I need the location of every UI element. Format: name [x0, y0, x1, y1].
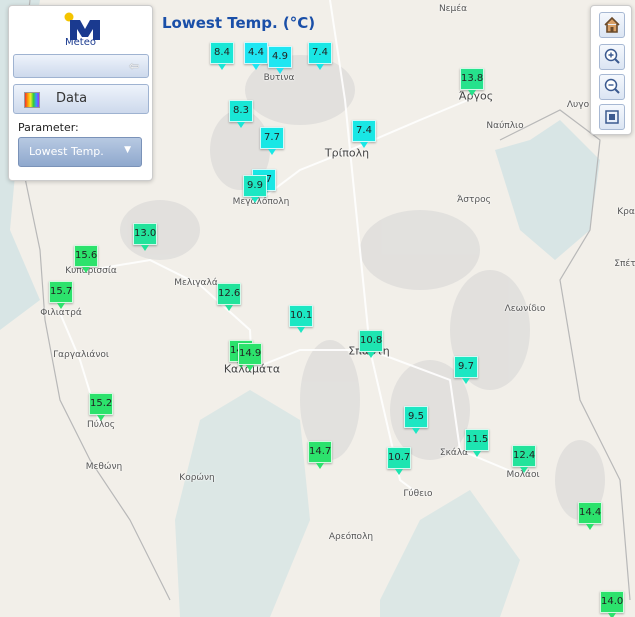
station-marker[interactable]: 14.0 [600, 591, 624, 617]
marker-pointer [395, 469, 403, 475]
marker-pointer [462, 378, 470, 384]
place-label: Γαργαλιάνοι [53, 350, 109, 360]
marker-pointer [367, 352, 375, 358]
station-marker[interactable]: 15.7 [49, 281, 73, 309]
place-label: Αρεόπολη [328, 532, 374, 542]
station-marker[interactable]: 12.6 [217, 283, 241, 311]
arrow-left-icon[interactable]: ⇦ [126, 58, 142, 74]
sea-laconian [380, 490, 520, 617]
marker-pointer [586, 524, 594, 530]
map-toolbar [590, 5, 632, 135]
marker-pointer [57, 303, 65, 309]
place-label: Μελιγαλά [174, 278, 218, 288]
station-marker[interactable]: 4.4 [244, 42, 268, 70]
marker-pointer [237, 122, 245, 128]
zoom-out-icon [604, 78, 620, 94]
data-button-label: Data [56, 91, 88, 106]
marker-pointer [316, 64, 324, 70]
station-marker[interactable]: 14.7 [308, 441, 332, 469]
zoom-extent-button[interactable] [599, 104, 625, 130]
place-label: Ναύπλιο [486, 121, 524, 131]
control-panel: Meteo ⇦ Data Parameter: Lowest Temp. ▼ [8, 5, 153, 181]
marker-pointer [97, 415, 105, 421]
zoom-in-button[interactable] [599, 44, 625, 70]
place-label: Κυπαρισσία [65, 266, 117, 276]
data-button[interactable]: Data [13, 84, 149, 114]
logo-text: Meteo [65, 37, 96, 48]
station-marker[interactable]: 4.9 [268, 46, 292, 74]
place-label: Άργος [458, 89, 494, 103]
marker-pointer [218, 64, 226, 70]
place-label: Λυγο [566, 100, 590, 110]
place-label: Φιλιατρά [40, 308, 82, 318]
station-marker[interactable]: 14.4 [578, 502, 602, 530]
place-label: Κρα [617, 207, 635, 217]
place-label: Σκάλα [439, 448, 469, 458]
station-marker[interactable]: 10.8 [359, 330, 383, 358]
place-label: Λεωνίδιο [504, 304, 546, 314]
station-marker[interactable]: 8.4 [210, 42, 234, 70]
marker-pointer [225, 305, 233, 311]
zoom-in-icon [604, 48, 620, 64]
place-label: Τρίπολη [324, 146, 370, 160]
place-label: Μεθώνη [85, 462, 123, 472]
station-marker[interactable]: 15.2 [89, 393, 113, 421]
station-marker[interactable]: 9.5 [404, 406, 428, 434]
station-marker[interactable]: 9.9 [243, 175, 267, 203]
zoom-out-button[interactable] [599, 74, 625, 100]
marker-pointer [246, 365, 254, 371]
place-label: Πύλος [86, 420, 116, 430]
home-icon [604, 16, 620, 33]
parameter-label: Parameter: [18, 121, 79, 134]
place-label: Βυτινα [263, 73, 295, 83]
parameter-select-value: Lowest Temp. [29, 145, 104, 158]
station-marker[interactable]: 7.4 [308, 42, 332, 70]
station-marker[interactable]: 13.8 [460, 68, 484, 96]
station-marker[interactable]: 14.9 [238, 343, 262, 371]
extent-icon [605, 110, 619, 124]
place-label: Νεμέα [438, 4, 468, 14]
chevron-down-icon: ▼ [124, 145, 131, 155]
marker-pointer [141, 245, 149, 251]
map-title: Lowest Temp. (°C) [162, 14, 316, 32]
marker-pointer [608, 613, 616, 617]
station-marker[interactable]: 10.1 [289, 305, 313, 333]
place-label: Κορώνη [179, 473, 215, 483]
home-button[interactable] [599, 12, 625, 38]
color-scale-icon [24, 92, 40, 108]
marker-pointer [520, 467, 528, 473]
parameter-select[interactable]: Lowest Temp. ▼ [18, 137, 142, 167]
marker-pointer [82, 267, 90, 273]
time-slider[interactable]: ⇦ [13, 54, 149, 78]
marker-pointer [473, 451, 481, 457]
marker-pointer [268, 149, 276, 155]
marker-pointer [276, 68, 284, 74]
marker-pointer [360, 142, 368, 148]
marker-pointer [251, 197, 259, 203]
marker-pointer [252, 64, 260, 70]
station-marker[interactable]: 9.7 [454, 356, 478, 384]
station-marker[interactable]: 15.6 [74, 245, 98, 273]
marker-pointer [468, 90, 476, 96]
station-marker[interactable]: 7.7 [260, 127, 284, 155]
marker-pointer [316, 463, 324, 469]
station-marker[interactable]: 11.5 [465, 429, 489, 457]
station-marker[interactable]: 10.7 [387, 447, 411, 475]
station-marker[interactable]: 13.0 [133, 223, 157, 251]
place-label: Γύθειο [403, 489, 433, 499]
sea-messenian [175, 390, 310, 617]
place-label: Άστρος [457, 195, 491, 205]
marker-pointer [297, 327, 305, 333]
station-marker[interactable]: 12.4 [512, 445, 536, 473]
station-marker[interactable]: 8.3 [229, 100, 253, 128]
marker-pointer [412, 428, 420, 434]
place-label: Μεγαλόπολη [232, 197, 290, 207]
place-label: Σπέτ [614, 259, 635, 269]
station-marker[interactable]: 7.4 [352, 120, 376, 148]
